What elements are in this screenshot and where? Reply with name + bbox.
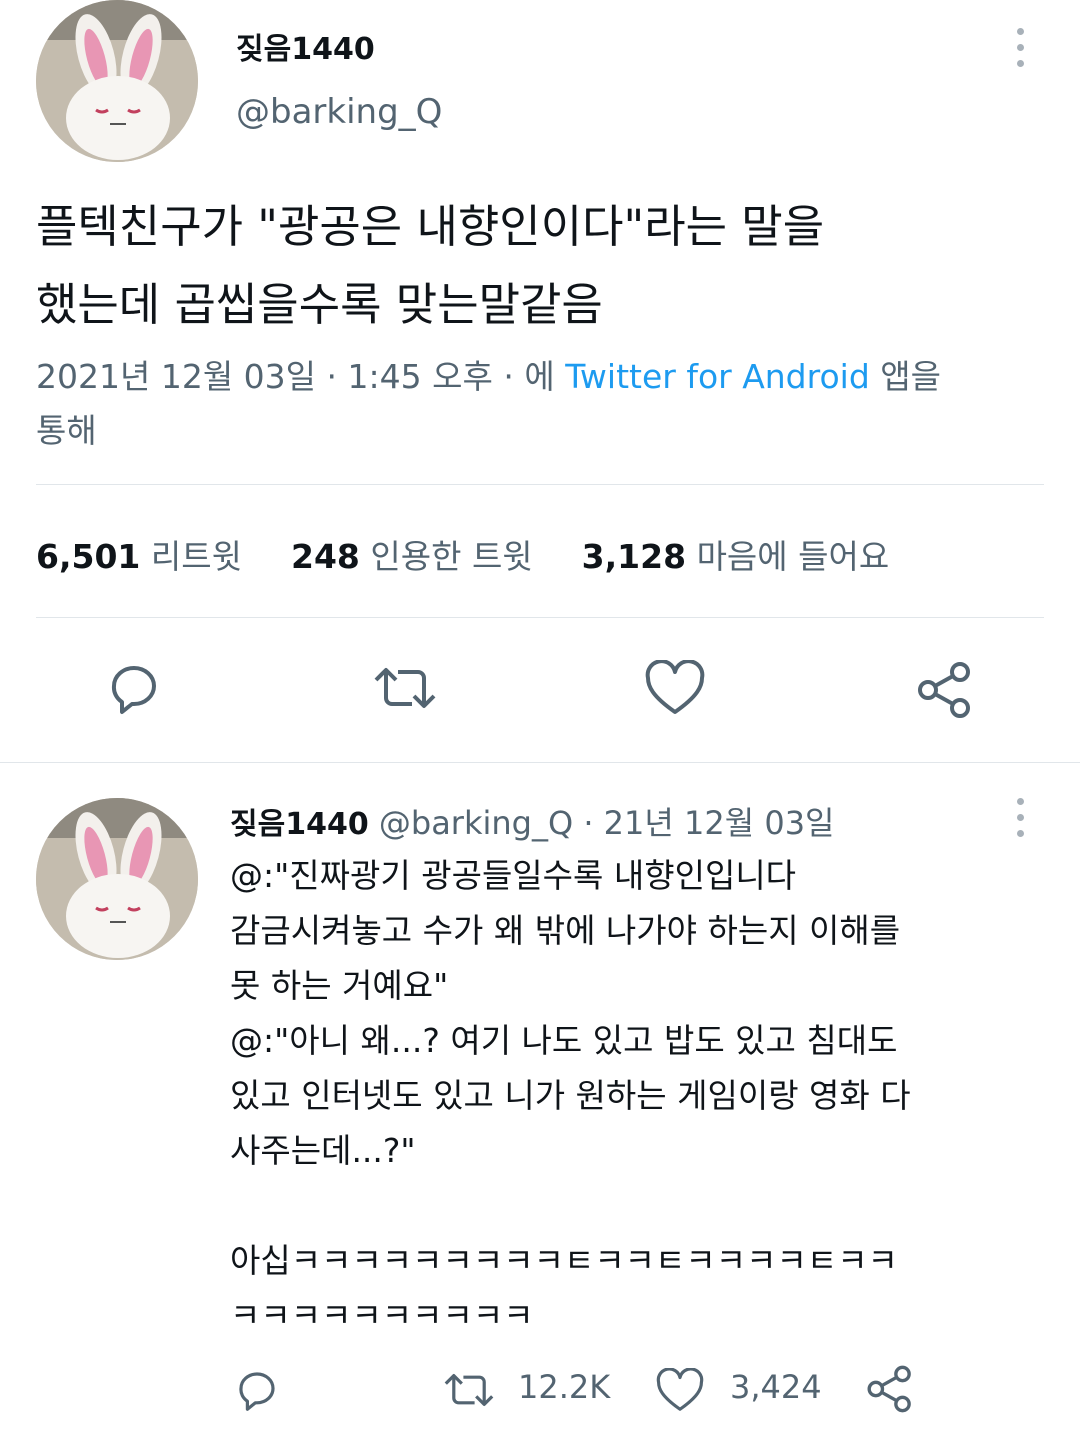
quote-count: 248 [290,537,360,576]
tweet-text-line-2: 했는데 곱씹을수록 맞는말같음 [36,278,603,331]
client-link[interactable]: Twitter for Android [565,357,870,396]
bunny-avatar-image [36,0,198,162]
quote-stat[interactable]: 248 인용한 트윗 [291,537,533,576]
quote-label: 인용한 트윗 [370,537,533,576]
like-count: 3,128 [581,537,687,576]
reply-text-line: @:"아니 왜...? 여기 나도 있고 밥도 있고 침대도 [230,1021,898,1060]
avatar[interactable] [36,798,198,960]
divider [0,762,1080,763]
divider [36,617,1044,618]
tweet-text-line-1: 플텍친구가 "광공은 내향인이다"라는 말을 [36,200,825,253]
retweet-count: 6,501 [36,537,141,576]
share-icon[interactable] [914,660,976,720]
tweet-meta: 2021년 12월 03일 · 1:45 오후 · 에 Twitter for … [36,350,941,398]
via-suffix: 앱을 [880,357,942,396]
bunny-avatar-image [36,798,198,960]
retweet-stat[interactable]: 6,501 리트윗 [36,537,242,576]
like-icon[interactable] [654,1368,706,1414]
tweet-stats: 6,501 리트윗 248 인용한 트윗 3,128 마음에 들어요 [36,530,889,578]
tweet-time[interactable]: 1:45 오후 [348,357,493,396]
more-options-icon[interactable] [1010,798,1030,837]
like-count: 3,424 [730,1368,822,1406]
meta-separator: · [503,357,514,396]
via-prefix: 에 [524,357,555,396]
handle[interactable]: @barking_Q [236,92,442,132]
more-options-icon[interactable] [1010,28,1030,67]
like-label: 마음에 들어요 [696,537,890,576]
meta-separator: · [326,357,338,396]
via-suffix-line-2: 통해 [36,411,97,450]
meta-separator: · [583,804,594,842]
retweet-label: 리트윗 [150,537,242,576]
retweet-icon[interactable] [370,658,440,718]
reply-date[interactable]: 21년 12월 03일 [604,804,835,842]
display-name[interactable]: 짖음1440 [230,807,369,842]
retweet-count: 12.2K [518,1368,611,1406]
display-name[interactable]: 짖음1440 [236,24,375,68]
like-icon[interactable] [644,660,706,718]
share-icon[interactable] [864,1364,916,1414]
reply-header: 짖음1440 @barking_Q · 21년 12월 03일 [230,798,835,844]
reply-text-line: 있고 인터넷도 있고 니가 원하는 게임이랑 영화 다 [230,1076,911,1115]
handle[interactable]: @barking_Q [379,804,573,842]
reply-text-line: 사주는데...?" [230,1131,416,1170]
tweet-date[interactable]: 2021년 12월 03일 [36,357,316,396]
reply-text-line: ㅋㅋㅋㅋㅋㅋㅋㅋㅋㅋ [230,1296,534,1335]
reply-icon[interactable] [104,658,164,718]
reply-text-line: 아십ㅋㅋㅋㅋㅋㅋㅋㅋㅋㅌㅋㅋㅌㅋㅋㅋㅋㅌㅋㅋ [230,1241,898,1280]
like-stat[interactable]: 3,128 마음에 들어요 [582,537,890,576]
reply-text: @:"진짜광기 광공들일수록 내향인입니다 감금시켜놓고 수가 왜 밖에 나가야… [230,848,911,1343]
reply-text-line: 못 하는 거예요" [230,966,449,1005]
avatar[interactable] [36,0,198,162]
retweet-icon[interactable] [440,1366,498,1414]
reply-text-line: @:"진짜광기 광공들일수록 내향인입니다 [230,856,797,895]
reply-icon[interactable] [232,1366,282,1414]
reply-text-line: 감금시켜놓고 수가 왜 밖에 나가야 하는지 이해를 [230,911,901,950]
divider [36,484,1044,485]
